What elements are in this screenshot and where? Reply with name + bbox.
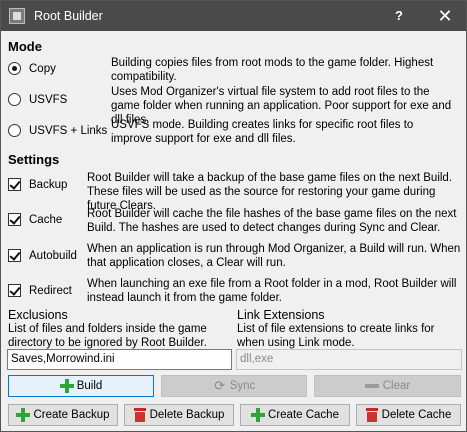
root-builder-window: Root Builder ? ✕ Mode Copy Building copi… [0,0,467,432]
create-cache-label: Create Cache [268,409,339,421]
delete-cache-label: Delete Cache [381,409,452,421]
setting-label-cache: Cache [29,213,63,226]
window-title: Root Builder [34,9,103,23]
plus-icon [16,408,31,422]
minus-icon [364,384,379,388]
setting-desc-autobuild: When an application is run through Mod O… [87,243,461,269]
setting-desc-redirect: When launching an exe file from a Root f… [87,278,457,304]
setting-backup[interactable]: Backup [8,178,67,191]
mode-label-copy: Copy [29,62,56,75]
exclusions-desc: List of files and folders inside the gam… [8,323,207,349]
setting-label-backup: Backup [29,178,68,191]
radio-usvfs-links[interactable] [8,124,21,137]
sync-button[interactable]: ⟳ Sync [161,375,307,397]
setting-autobuild[interactable]: Autobuild [8,249,77,262]
setting-cache[interactable]: Cache [8,213,62,226]
mode-option-usvfs[interactable]: USVFS [8,93,67,106]
plus-icon [251,408,266,422]
sync-label: Sync [229,380,256,392]
setting-desc-cache: Root Builder will cache the file hashes … [87,208,457,234]
setting-label-redirect: Redirect [29,284,72,297]
link-extensions-header: Link Extensions [237,308,325,322]
build-label: Build [76,380,103,392]
create-backup-label: Create Backup [33,409,110,421]
checkbox-autobuild[interactable] [8,249,21,262]
setting-label-autobuild: Autobuild [29,249,77,262]
setting-redirect[interactable]: Redirect [8,284,72,297]
mode-desc-copy: Building copies files from root mods to … [111,57,434,83]
link-extensions-desc: List of file extensions to create links … [237,323,435,349]
mode-header: Mode [8,39,42,54]
checkbox-redirect[interactable] [8,284,21,297]
link-extensions-input[interactable]: dll,exe [236,349,462,370]
delete-backup-button[interactable]: Delete Backup [124,404,234,426]
plus-icon [59,379,74,393]
exclusions-header: Exclusions [8,308,68,322]
help-button[interactable]: ? [384,1,414,31]
close-button[interactable]: ✕ [430,1,460,31]
build-button[interactable]: Build [8,375,154,397]
delete-cache-button[interactable]: Delete Cache [356,404,461,426]
mode-label-usvfs: USVFS [29,93,68,106]
mode-option-copy[interactable]: Copy [8,62,56,75]
app-icon [9,8,25,24]
trash-icon [133,408,146,422]
delete-backup-label: Delete Backup [149,409,225,421]
title-bar: Root Builder ? ✕ [1,1,466,31]
mode-label-usvfs-links: USVFS + Links [29,124,108,137]
exclusions-input[interactable]: Saves,Morrowind.ini [7,349,232,370]
clear-label: Clear [382,380,411,392]
sync-icon: ⟳ [214,378,226,393]
checkbox-backup[interactable] [8,178,21,191]
radio-copy[interactable] [8,62,21,75]
create-backup-button[interactable]: Create Backup [8,404,118,426]
checkbox-cache[interactable] [8,213,21,226]
mode-desc-usvfs-links: USVFS mode. Building creates links for s… [111,119,414,145]
mode-option-usvfs-links[interactable]: USVFS + Links [8,124,107,137]
create-cache-button[interactable]: Create Cache [240,404,350,426]
radio-usvfs[interactable] [8,93,21,106]
clear-button[interactable]: Clear [314,375,461,397]
settings-header: Settings [8,152,60,167]
trash-icon [365,408,378,422]
